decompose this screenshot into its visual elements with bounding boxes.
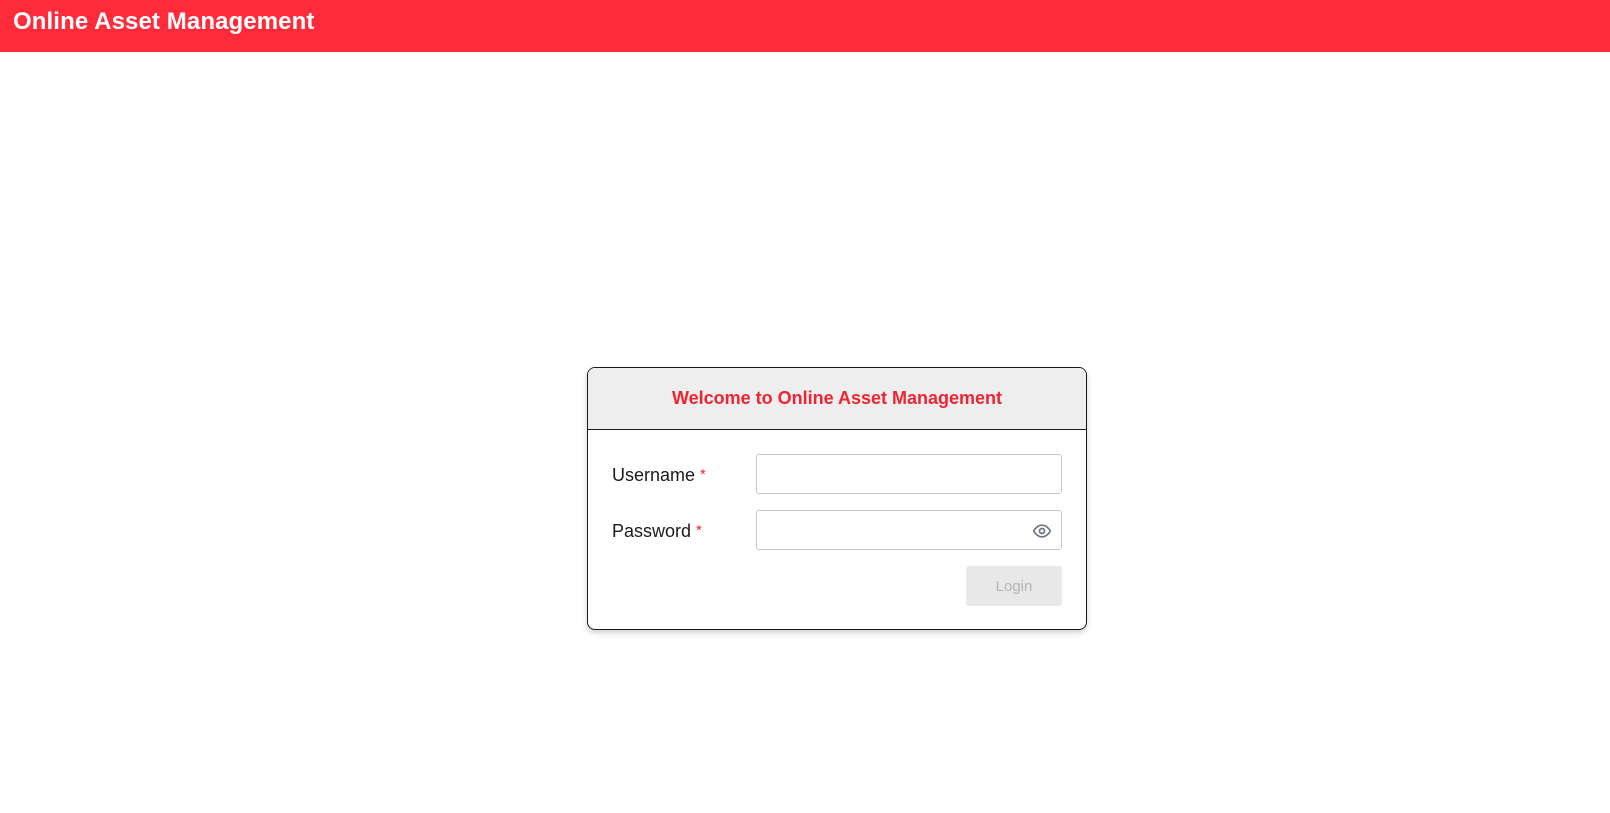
top-header-bar: Online Asset Management [0,0,1610,52]
username-label: Username * [612,464,706,486]
required-marker: * [696,522,702,539]
password-field-wrapper [756,510,1062,550]
password-label: Password * [612,520,702,542]
app-title: Online Asset Management [13,8,315,35]
password-input[interactable] [757,511,1061,549]
username-label-text: Username [612,465,696,485]
username-input[interactable] [757,455,1061,493]
eye-icon[interactable] [1031,520,1053,542]
login-card: Welcome to Online Asset Management Usern… [587,367,1087,630]
login-form: Username * Password * Login [588,430,1086,629]
login-button[interactable]: Login [966,566,1062,606]
required-marker: * [700,466,706,483]
username-field-wrapper [756,454,1062,494]
password-label-text: Password [612,521,692,541]
login-card-header: Welcome to Online Asset Management [588,368,1086,430]
login-card-title: Welcome to Online Asset Management [671,388,1003,408]
